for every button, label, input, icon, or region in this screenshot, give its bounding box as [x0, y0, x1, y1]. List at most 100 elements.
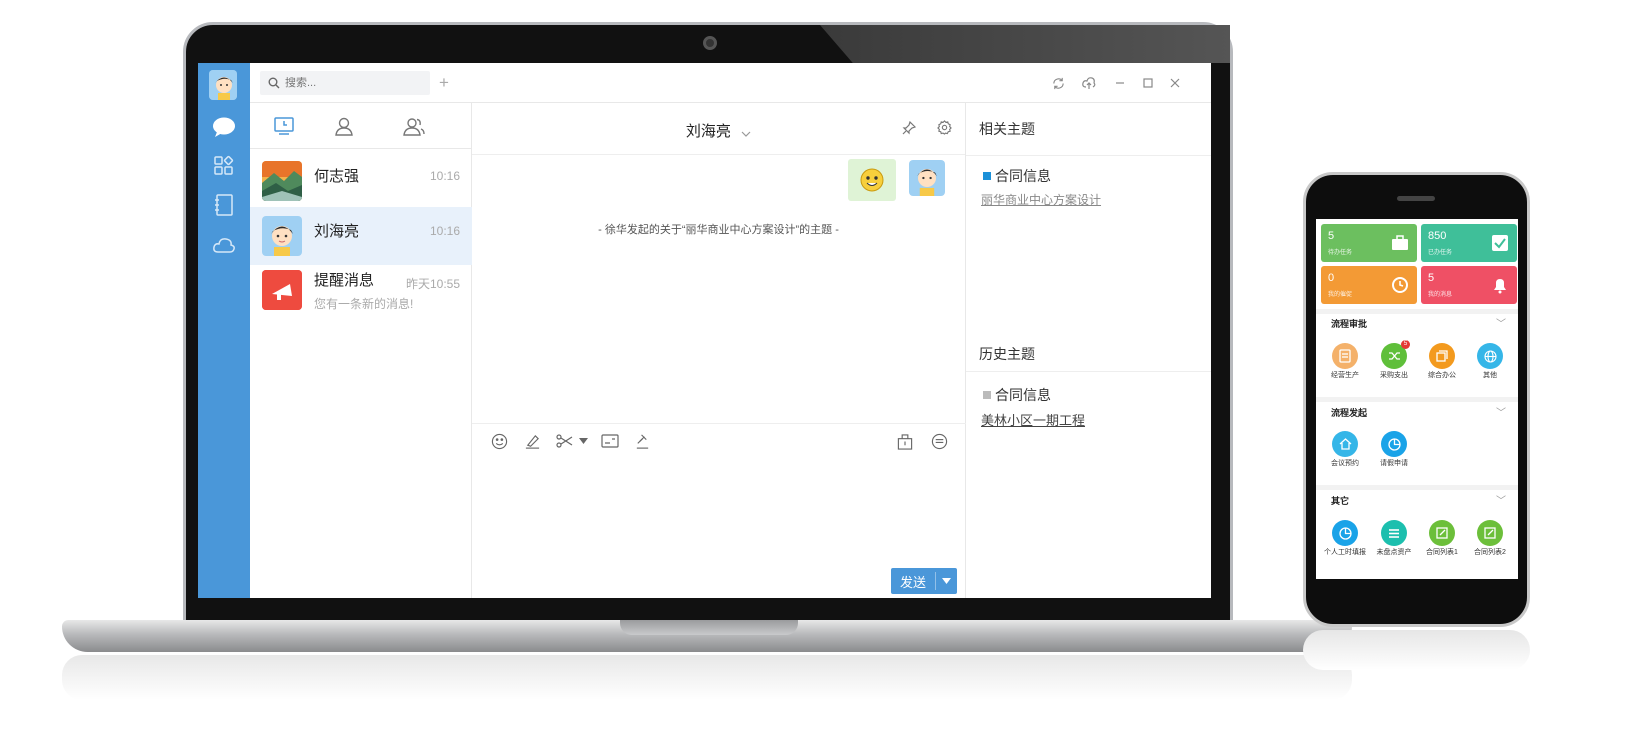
- minimize-icon[interactable]: [1108, 71, 1132, 95]
- card-value: 5: [1328, 230, 1335, 242]
- message-preview: 您有一条新的消息!: [314, 297, 414, 311]
- desktop-app-window: +: [198, 63, 1211, 598]
- messages-card[interactable]: 5 我的消息: [1421, 266, 1517, 304]
- related-topics-heading: 相关主题: [979, 121, 1035, 137]
- card-label: 我的消息: [1428, 292, 1453, 298]
- urge-card[interactable]: 0 我的催促: [1321, 266, 1417, 304]
- card-label: 我的催促: [1328, 292, 1353, 298]
- phone-speaker: [1397, 196, 1435, 201]
- apps-grid-icon[interactable]: [210, 152, 238, 180]
- user-avatar[interactable]: [209, 70, 237, 100]
- history-topics-heading: 历史主题: [979, 346, 1035, 362]
- tile-label: 会议预约: [1331, 460, 1359, 467]
- document-icon: [1332, 343, 1358, 369]
- chevron-down-icon[interactable]: ﹀: [1496, 492, 1506, 507]
- caret-down-icon[interactable]: [572, 430, 594, 452]
- sticker-message[interactable]: [848, 159, 896, 201]
- send-button[interactable]: 发送: [891, 568, 957, 594]
- pending-tasks-card[interactable]: 5 待办任务: [1321, 224, 1417, 262]
- topics-panel: 相关主题 合同信息 丽华商业中心方案设计 历史主题 合同信息 美林小区一期工程: [966, 103, 1211, 598]
- card-value: 850: [1428, 230, 1447, 242]
- section-title: 其它: [1331, 496, 1350, 506]
- home-icon: [1332, 431, 1358, 457]
- briefcase-icon: [1392, 235, 1408, 250]
- app-tile[interactable]: 综合办公: [1418, 343, 1466, 380]
- add-icon[interactable]: +: [432, 71, 456, 95]
- tile-label: 综合办公: [1428, 372, 1456, 379]
- title-bar: +: [250, 63, 1211, 103]
- chevron-down-icon[interactable]: ﹀: [1496, 404, 1506, 419]
- cloud-icon[interactable]: [210, 231, 238, 259]
- send-options-caret-icon[interactable]: [935, 572, 951, 590]
- chat-title-text: 刘海亮: [685, 123, 731, 140]
- composer-toolbar: [472, 423, 966, 455]
- tile-label: 合同列表2: [1474, 549, 1506, 556]
- related-topic-link[interactable]: 丽华商业中心方案设计: [981, 191, 1101, 208]
- search-input[interactable]: [285, 77, 405, 89]
- maximize-icon[interactable]: [1136, 71, 1160, 95]
- history-box-icon[interactable]: [894, 430, 916, 452]
- tab-contacts-icon[interactable]: [329, 111, 359, 141]
- app-tile[interactable]: 个人工时填报: [1321, 520, 1369, 557]
- tile-label: 请假申请: [1380, 460, 1408, 467]
- chevron-down-icon[interactable]: ﹀: [1496, 315, 1506, 330]
- chat-title[interactable]: 刘海亮: [472, 120, 965, 141]
- card-value: 0: [1328, 272, 1335, 284]
- app-tile[interactable]: 会议预约: [1321, 431, 1369, 468]
- laptop-reflection: [62, 655, 1352, 700]
- webcam: [703, 36, 717, 50]
- clock-icon: [1392, 277, 1408, 293]
- settings-gear-icon[interactable]: [937, 120, 952, 140]
- sync-icon[interactable]: [1046, 71, 1070, 95]
- sender-avatar[interactable]: [909, 160, 945, 196]
- app-tile[interactable]: 合同列表1: [1418, 520, 1466, 557]
- chat-panel: 刘海亮 - 徐华发起的关于“丽华商业中心方案设计”的主题 - 发送: [472, 103, 966, 598]
- history-topic-title: 合同信息: [983, 385, 1051, 405]
- message-time: 10:16: [429, 224, 460, 238]
- shuffle-icon: 5: [1381, 340, 1410, 369]
- copy-icon: [1429, 343, 1455, 369]
- screenshot-icon[interactable]: [599, 430, 621, 452]
- app-tile[interactable]: 未盘点资产: [1370, 520, 1418, 557]
- upload-file-icon[interactable]: [521, 430, 543, 452]
- square-bullet-icon: [983, 391, 991, 399]
- nav-rail: [198, 63, 250, 598]
- conversation-list: 何志强 10:16 刘海亮 10:16 提醒消息 昨天10:55 您有一条新的消…: [250, 103, 472, 598]
- app-tile[interactable]: 经营生产: [1321, 343, 1369, 380]
- contact-name: 提醒消息: [314, 272, 375, 289]
- app-tile[interactable]: 其他: [1466, 343, 1514, 380]
- app-tile[interactable]: 合同列表2: [1466, 520, 1514, 557]
- contact-name: 刘海亮: [314, 223, 360, 240]
- notification-badge: 5: [1401, 340, 1410, 349]
- conversation-item-selected[interactable]: 刘海亮 10:16: [250, 207, 472, 265]
- done-tasks-card[interactable]: 850 已办任务: [1421, 224, 1517, 262]
- tile-label: 未盘点资产: [1376, 549, 1412, 556]
- conversation-item[interactable]: 何志强 10:16: [250, 152, 472, 210]
- chat-header: 刘海亮: [472, 103, 965, 155]
- boy-avatar: [262, 216, 302, 256]
- pin-icon[interactable]: [902, 120, 917, 140]
- related-topic-title: 合同信息: [983, 166, 1051, 186]
- topic-label: 合同信息: [995, 387, 1051, 403]
- landscape-avatar: [262, 161, 302, 201]
- app-tile[interactable]: 请假申请: [1370, 431, 1418, 468]
- chat-bubble-icon[interactable]: [210, 113, 238, 141]
- more-menu-icon[interactable]: [928, 430, 950, 452]
- history-topic-link[interactable]: 美林小区一期工程: [981, 410, 1085, 429]
- address-book-icon[interactable]: [210, 191, 238, 219]
- gavel-icon[interactable]: [631, 430, 653, 452]
- tile-label: 个人工时填报: [1324, 549, 1366, 556]
- message-time: 10:16: [429, 169, 460, 183]
- tab-groups-icon[interactable]: [399, 111, 429, 141]
- smiley-sticker-icon: [860, 168, 884, 192]
- cloud-upload-icon[interactable]: [1077, 71, 1101, 95]
- tab-recent-icon[interactable]: [269, 111, 299, 141]
- app-tile[interactable]: 5 采购支出: [1370, 340, 1418, 380]
- section-title: 流程发起: [1331, 408, 1368, 418]
- close-icon[interactable]: [1163, 71, 1187, 95]
- emoji-icon[interactable]: [488, 430, 510, 452]
- check-icon: [1492, 235, 1508, 251]
- card-value: 5: [1428, 272, 1435, 284]
- conversation-item[interactable]: 提醒消息 昨天10:55 您有一条新的消息!: [250, 261, 472, 319]
- search-box[interactable]: [260, 71, 430, 95]
